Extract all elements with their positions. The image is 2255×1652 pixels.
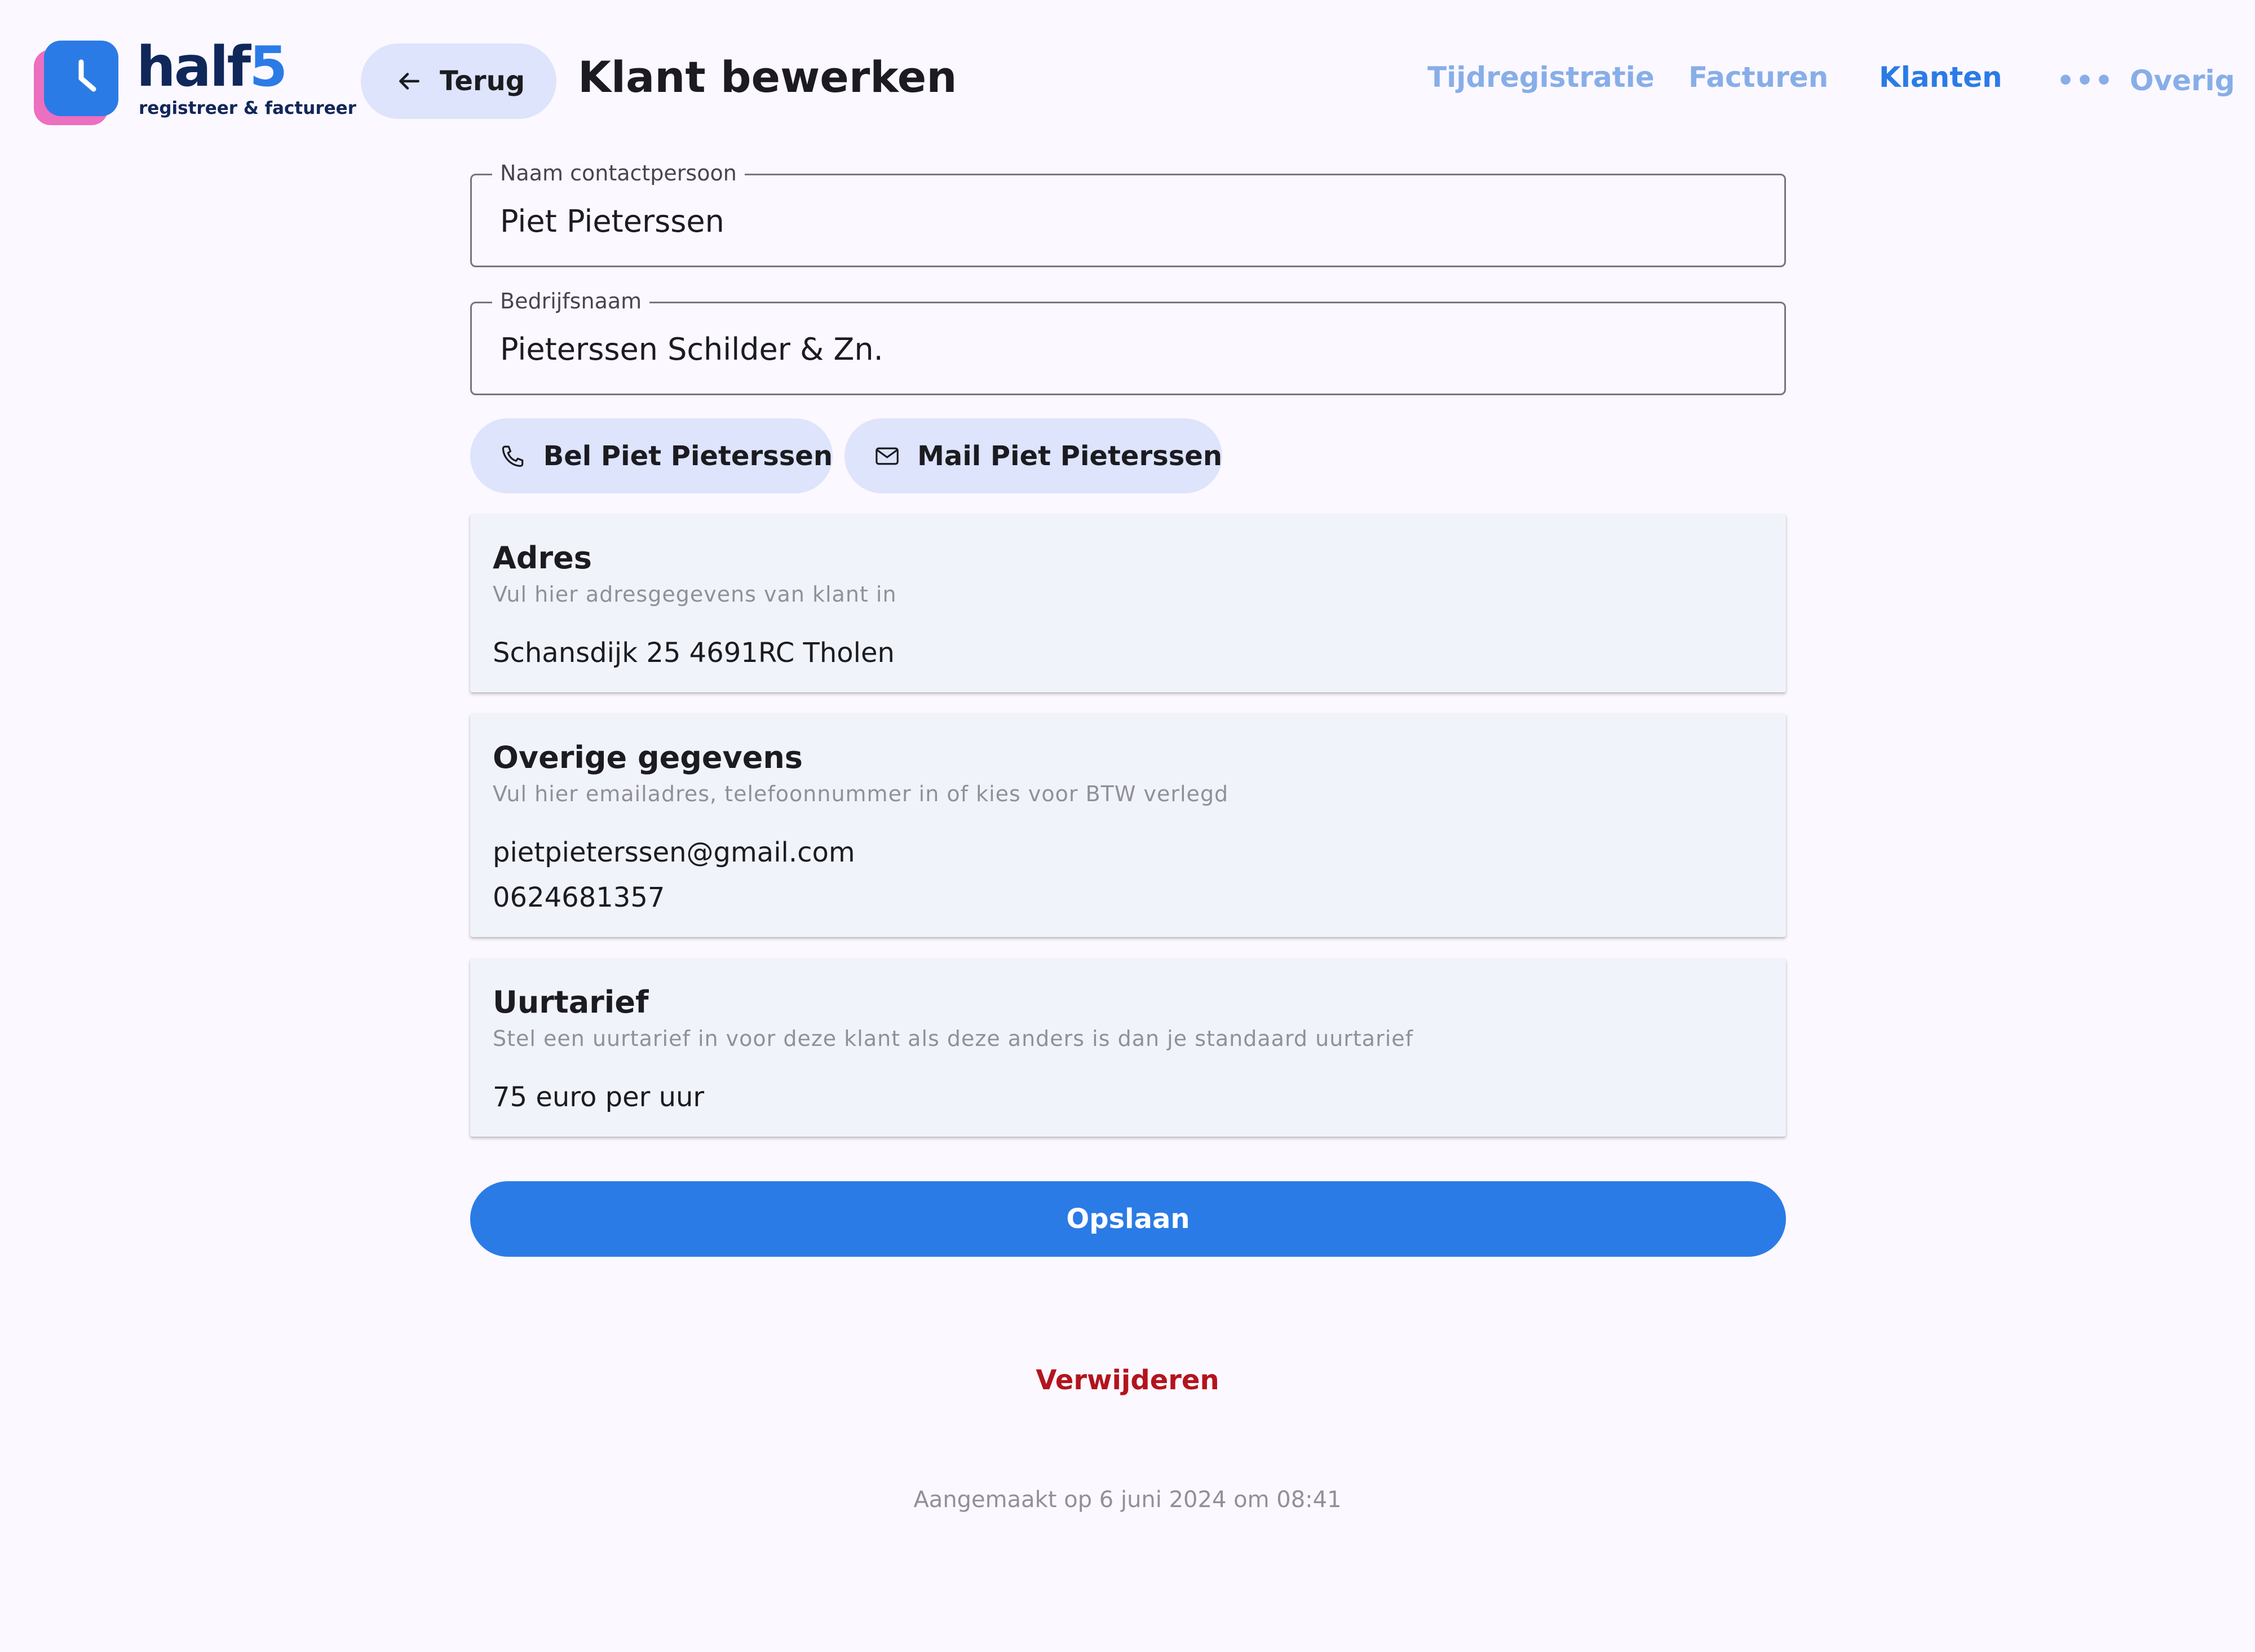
contact-name-field[interactable]: Naam contactpersoon Piet Pieterssen — [470, 161, 1786, 267]
contact-name-label: Naam contactpersoon — [492, 161, 745, 185]
arrow-left-icon — [399, 73, 419, 90]
mail-contact-label: Mail Piet Pieterssen — [917, 440, 1222, 472]
nav-item-overig-label: Overig — [2129, 64, 2235, 97]
address-value: Schansdijk 25 4691RC Tholen — [493, 637, 895, 669]
save-button[interactable]: Opslaan — [470, 1181, 1786, 1257]
back-button[interactable]: Terug — [361, 43, 556, 119]
address-card-subtitle: Vul hier adresgegevens van klant in — [493, 582, 897, 607]
more-horizontal-icon: ••• — [2057, 64, 2114, 97]
logo-wordmark: half5 — [136, 35, 288, 99]
hourly-rate-card-title: Uurtarief — [493, 984, 649, 1020]
logo-tagline: registreer & factureer — [139, 98, 356, 118]
phone-value: 0624681357 — [493, 882, 665, 913]
hourly-rate-card[interactable]: Uurtarief Stel een uurtarief in voor dez… — [470, 958, 1786, 1137]
company-name-label: Bedrijfsnaam — [492, 289, 650, 313]
page-title: Klant bewerken — [578, 52, 957, 102]
created-at-text: Aangemaakt op 6 juni 2024 om 08:41 — [913, 1487, 1342, 1513]
phone-icon — [502, 445, 524, 467]
nav-item-klanten[interactable]: Klanten — [1879, 61, 2002, 100]
contact-name-value[interactable]: Piet Pieterssen — [500, 204, 724, 239]
other-details-card-subtitle: Vul hier emailadres, telefoonnummer in o… — [493, 781, 1229, 806]
app-logo[interactable]: half5 registreer & factureer — [34, 35, 356, 125]
back-button-label: Terug — [440, 65, 525, 97]
app-header: half5 registreer & factureer Terug Klant… — [0, 0, 2255, 164]
address-card[interactable]: Adres Vul hier adresgegevens van klant i… — [470, 514, 1786, 692]
company-name-field[interactable]: Bedrijfsnaam Pieterssen Schilder & Zn. — [470, 289, 1786, 395]
clock-logo-icon — [34, 41, 118, 125]
hourly-rate-card-subtitle: Stel een uurtarief in voor deze klant al… — [493, 1026, 1414, 1051]
hourly-rate-value: 75 euro per uur — [493, 1081, 705, 1113]
other-details-card[interactable]: Overige gegevens Vul hier emailadres, te… — [470, 714, 1786, 937]
delete-button[interactable]: Verwijderen — [958, 1364, 1297, 1396]
nav-item-overig[interactable]: ••• Overig — [2057, 61, 2235, 100]
mail-contact-button[interactable]: Mail Piet Pieterssen — [844, 418, 1222, 493]
nav-item-tijdregistratie[interactable]: Tijdregistratie — [1427, 61, 1655, 100]
other-details-card-title: Overige gegevens — [493, 740, 803, 775]
nav-item-facturen[interactable]: Facturen — [1688, 61, 1828, 100]
call-contact-button[interactable]: Bel Piet Pieterssen — [470, 418, 833, 493]
address-card-title: Adres — [493, 540, 592, 576]
call-contact-label: Bel Piet Pieterssen — [543, 440, 833, 472]
company-name-value[interactable]: Pieterssen Schilder & Zn. — [500, 332, 883, 367]
mail-icon — [876, 447, 899, 465]
email-value: pietpieterssen@gmail.com — [493, 837, 855, 868]
